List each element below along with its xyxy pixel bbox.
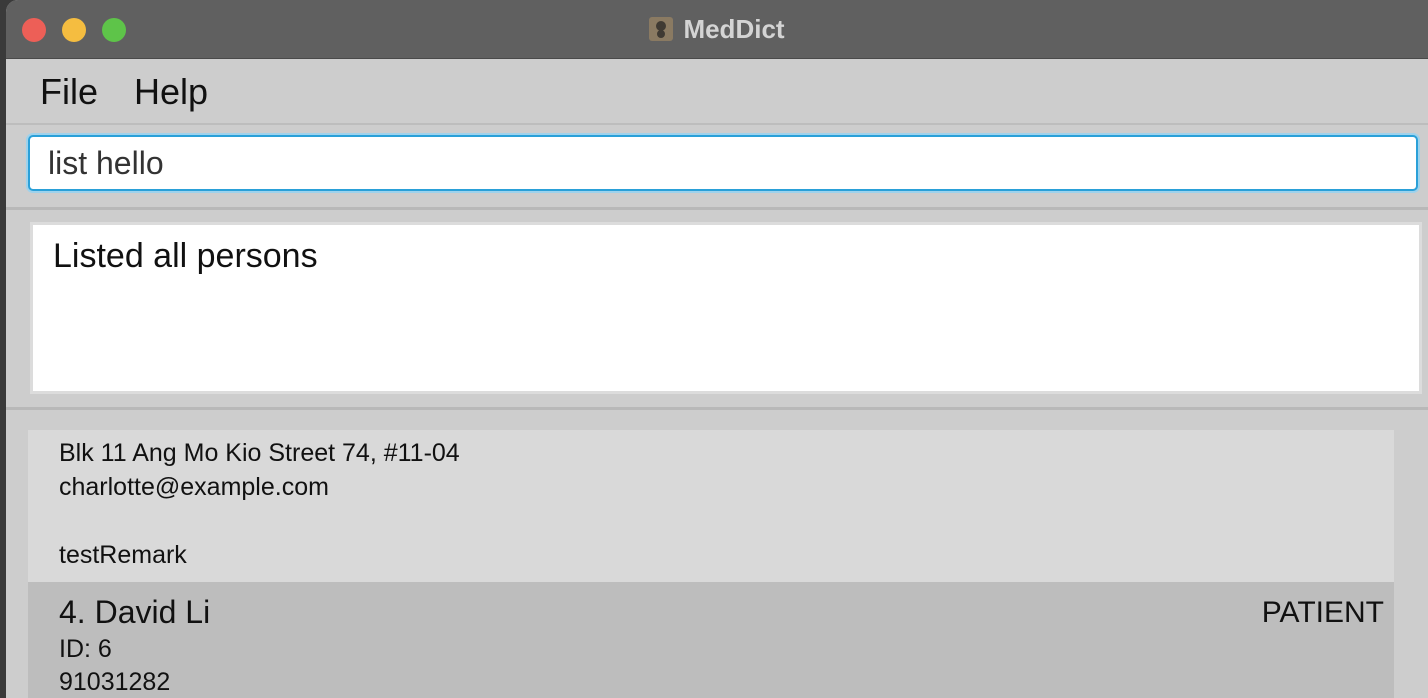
menu-bar: File Help [6, 59, 1428, 125]
person-phone: 91031282 [59, 668, 171, 696]
result-display-area: Listed all persons [6, 210, 1428, 410]
person-card[interactable]: Blk 11 Ang Mo Kio Street 74, #11-04 char… [28, 430, 1394, 582]
person-email: charlotte@example.com [59, 473, 329, 501]
window-title-container: MedDict [6, 14, 1428, 45]
person-name: 4. David Li [59, 594, 211, 630]
menu-file[interactable]: File [40, 71, 98, 113]
person-role-badge: PATIENT [1261, 596, 1384, 629]
command-input[interactable] [28, 135, 1418, 191]
person-address: Blk 11 Ang Mo Kio Street 74, #11-04 [59, 439, 460, 467]
menu-help[interactable]: Help [134, 71, 208, 113]
window-title: MedDict [683, 14, 785, 44]
person-card[interactable]: 4. David Li PATIENT ID: 6 91031282 [28, 582, 1394, 698]
result-display: Listed all persons [30, 222, 1422, 394]
app-window: MedDict File Help Listed all persons Blk… [6, 0, 1428, 698]
command-box-area [6, 125, 1428, 210]
person-remark: testRemark [59, 541, 187, 569]
address-book-icon [649, 17, 674, 41]
person-list[interactable]: Blk 11 Ang Mo Kio Street 74, #11-04 char… [6, 410, 1428, 698]
person-id: ID: 6 [59, 635, 112, 663]
title-bar: MedDict [6, 0, 1428, 59]
